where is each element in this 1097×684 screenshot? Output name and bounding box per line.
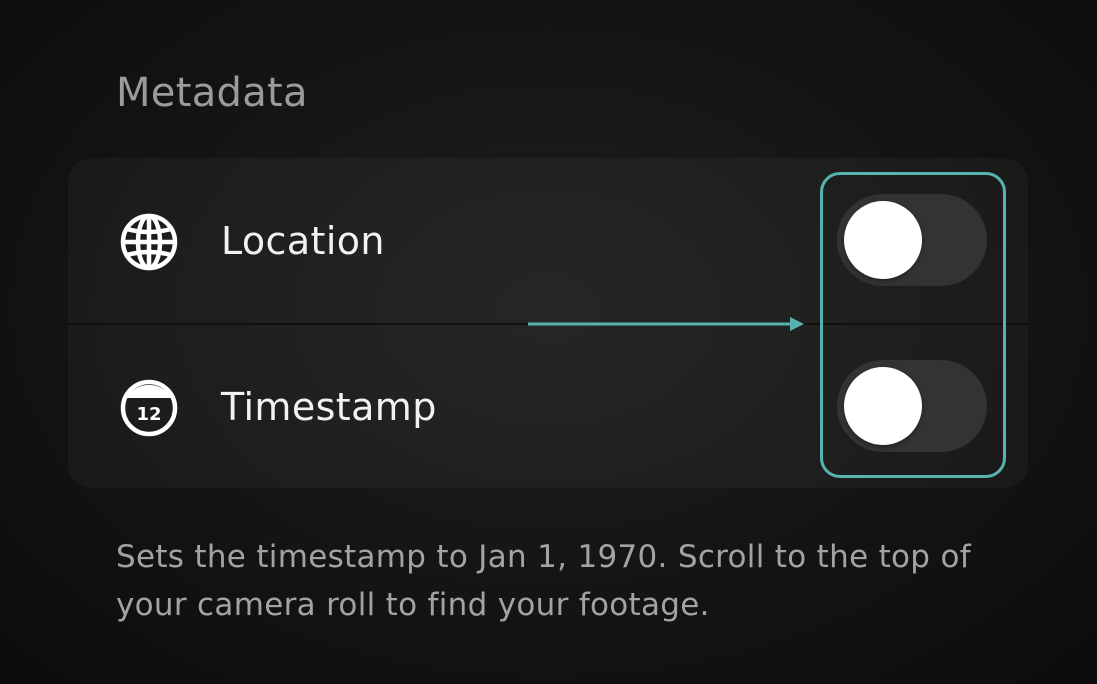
annotation-highlight-box	[820, 172, 1006, 478]
globe-icon	[118, 211, 180, 273]
location-label: Location	[221, 219, 385, 263]
timestamp-label: Timestamp	[221, 385, 437, 429]
calendar-icon: 12	[118, 377, 180, 439]
section-title: Metadata	[116, 70, 308, 116]
footnote-text: Sets the timestamp to Jan 1, 1970. Scrol…	[116, 539, 971, 623]
annotation-arrow	[528, 317, 804, 331]
svg-text:12: 12	[136, 404, 161, 425]
